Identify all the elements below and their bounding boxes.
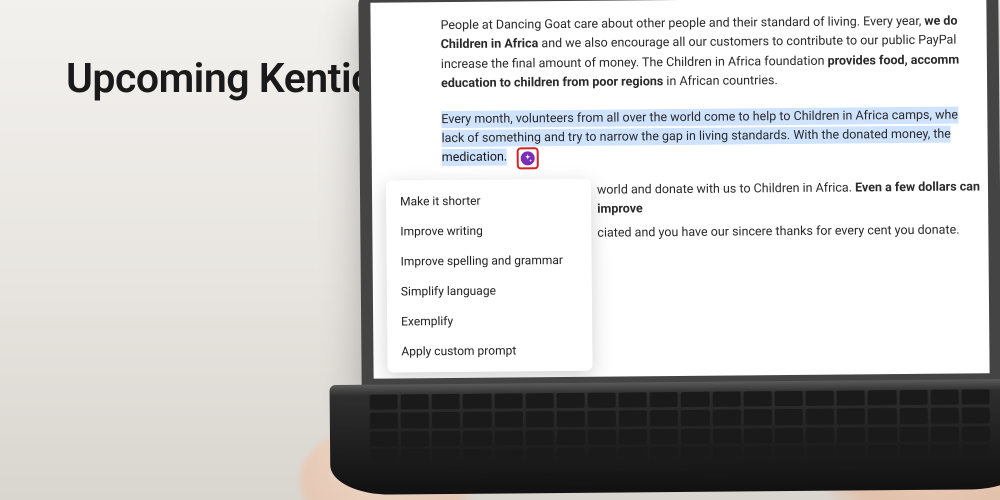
selected-text: lack of something and try to narrow the … bbox=[441, 126, 951, 147]
ai-actions-menu: Make it shorter Improve writing Improve … bbox=[386, 179, 593, 373]
screen: People at Dancing Goat care about other … bbox=[370, 0, 989, 379]
text: in African countries. bbox=[663, 73, 778, 89]
bold-text: provides food, accomm bbox=[828, 52, 960, 68]
screen-bezel: People at Dancing Goat care about other … bbox=[358, 0, 1000, 393]
text: world and donate with us to Children in … bbox=[597, 180, 855, 197]
laptop-mock: People at Dancing Goat care about other … bbox=[360, 0, 1000, 500]
selected-text: medication. bbox=[442, 149, 508, 167]
bold-text: education to children from poor regions bbox=[441, 74, 663, 91]
keyboard bbox=[370, 389, 991, 464]
text: People at Dancing Goat care about other … bbox=[440, 14, 924, 33]
ai-action-spelling-grammar[interactable]: Improve spelling and grammar bbox=[386, 245, 591, 277]
ai-action-custom-prompt[interactable]: Apply custom prompt bbox=[387, 335, 592, 367]
text: and we also encourage all our customers … bbox=[538, 33, 956, 52]
laptop-base bbox=[330, 379, 1000, 495]
ai-action-make-shorter[interactable]: Make it shorter bbox=[386, 185, 591, 217]
ai-action-simplify[interactable]: Simplify language bbox=[387, 275, 592, 307]
bold-text: Children in Africa bbox=[441, 37, 539, 53]
text: increase the final amount of money. The … bbox=[441, 53, 828, 71]
selected-text: Every month, volunteers from all over th… bbox=[441, 106, 958, 128]
paragraph-3[interactable]: world and donate with us to Children in … bbox=[597, 177, 989, 247]
bold-text: we do bbox=[924, 14, 957, 29]
ai-action-exemplify[interactable]: Exemplify bbox=[387, 305, 592, 337]
ai-sparkle-icon bbox=[521, 151, 535, 165]
ai-trigger-button[interactable] bbox=[517, 147, 539, 169]
text: ciated and you have our sincere thanks f… bbox=[597, 222, 959, 240]
paragraph-1[interactable]: People at Dancing Goat care about other … bbox=[440, 11, 987, 93]
ai-action-improve-writing[interactable]: Improve writing bbox=[386, 215, 591, 247]
